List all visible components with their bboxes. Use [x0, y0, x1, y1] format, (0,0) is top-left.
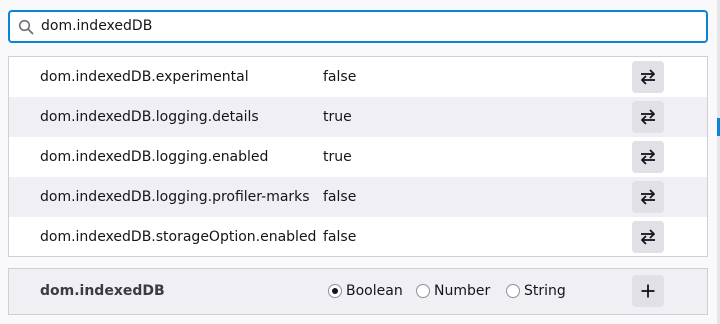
- toggle-arrows-icon: [641, 69, 655, 85]
- pref-value: true: [323, 149, 352, 165]
- radio-string[interactable]: [506, 284, 520, 298]
- table-row: dom.indexedDB.storageOption.enabled fals…: [9, 217, 707, 256]
- toggle-button[interactable]: [632, 101, 664, 133]
- type-label-string: String: [524, 283, 566, 299]
- type-label-number: Number: [434, 283, 491, 299]
- search-input[interactable]: [41, 12, 691, 41]
- pref-value: false: [323, 69, 357, 85]
- pref-name: dom.indexedDB.logging.details: [40, 109, 259, 125]
- table-row: dom.indexedDB.logging.details true: [9, 97, 707, 137]
- table-row: dom.indexedDB.logging.profiler-marks fal…: [9, 177, 707, 217]
- toggle-button[interactable]: [632, 61, 664, 93]
- toggle-button[interactable]: [632, 181, 664, 213]
- plus-icon: [641, 284, 655, 298]
- toggle-arrows-icon: [641, 109, 655, 125]
- pref-name: dom.indexedDB.logging.profiler-marks: [40, 189, 310, 205]
- pref-name: dom.indexedDB.storageOption.enabled: [40, 229, 317, 245]
- search-icon: [18, 19, 34, 35]
- toggle-arrows-icon: [641, 189, 655, 205]
- pref-value: false: [323, 189, 357, 205]
- preferences-table: dom.indexedDB.experimental false dom.ind…: [8, 56, 708, 257]
- radio-boolean[interactable]: [328, 284, 342, 298]
- radio-number[interactable]: [416, 284, 430, 298]
- pref-name: dom.indexedDB.experimental: [40, 69, 249, 85]
- pref-value: true: [323, 109, 352, 125]
- type-option-boolean[interactable]: Boolean: [328, 269, 403, 313]
- search-box[interactable]: [8, 10, 708, 43]
- toggle-button[interactable]: [632, 221, 664, 253]
- type-option-string[interactable]: String: [506, 269, 566, 313]
- add-button[interactable]: [632, 275, 664, 307]
- pref-value: false: [323, 229, 357, 245]
- pref-name: dom.indexedDB.logging.enabled: [40, 149, 269, 165]
- table-row: dom.indexedDB.experimental false: [9, 57, 707, 97]
- table-row: dom.indexedDB.logging.enabled true: [9, 137, 707, 177]
- toggle-arrows-icon: [641, 149, 655, 165]
- toggle-button[interactable]: [632, 141, 664, 173]
- toggle-arrows-icon: [641, 229, 655, 245]
- add-pref-row: dom.indexedDB Boolean Number String: [8, 268, 708, 315]
- new-pref-name: dom.indexedDB: [40, 283, 165, 299]
- type-option-number[interactable]: Number: [416, 269, 490, 313]
- type-label-boolean: Boolean: [346, 283, 403, 299]
